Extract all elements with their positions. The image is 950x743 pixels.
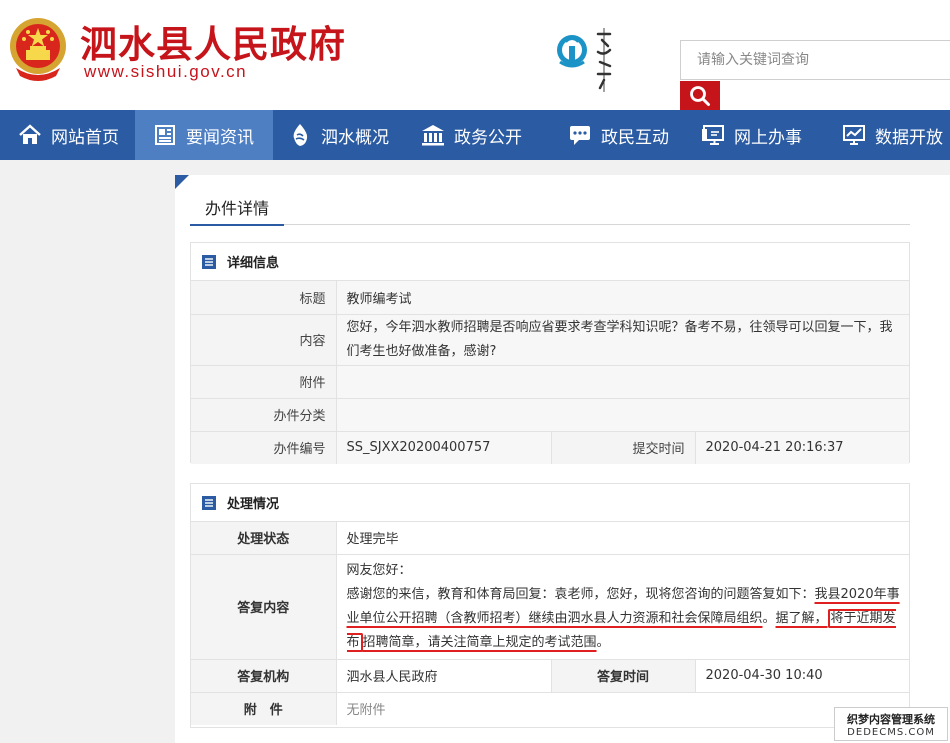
content-value: 您好，今年泗水教师招聘是否响应省要求考查学科知识呢？备考不易，往领导可以回复一下…: [336, 313, 909, 365]
search-box: [680, 40, 950, 80]
reply-greeting: 网友您好：: [346, 562, 412, 578]
nav-item-label: 政务公开: [454, 127, 522, 148]
reply-highlight-2: 据了解，: [775, 610, 828, 626]
reply-part-3: 。: [762, 610, 776, 626]
national-emblem-icon: [10, 18, 66, 81]
category-label: 办件分类: [191, 397, 337, 431]
reply-body: 感谢您的来信，教育和体育局回复：袁老师，您好，现将您咨询的问题答复如下：我县20…: [346, 583, 904, 655]
watermark: 织梦内容管理系统 DEDECMS.COM: [834, 707, 948, 741]
search-icon: [690, 85, 710, 106]
detail-heading: 详细信息: [227, 256, 280, 271]
nav-item-home[interactable]: 网站首页: [0, 110, 135, 160]
monitor-icon: [701, 123, 725, 147]
page-title-bar: 办件详情: [190, 195, 910, 226]
processing-heading: 处理情况: [227, 497, 280, 512]
nav-item-gov-affairs[interactable]: 政务公开: [408, 110, 543, 160]
content-area: 办件详情 详细信息 标题 教师编考试 内容 您好，今年泗水教师招聘是否响应省要求…: [175, 175, 950, 743]
news-icon: [153, 123, 177, 147]
culture-logo-icon: [557, 28, 612, 92]
site-title[interactable]: 泗水县人民政府: [80, 14, 346, 68]
list-icon: [201, 495, 217, 511]
submit-time-label: 提交时间: [551, 430, 696, 464]
nav-item-open-data[interactable]: 数据开放: [818, 110, 950, 160]
table-row: 答复内容 网友您好： 感谢您的来信，教育和体育局回复：袁老师，您好，现将您咨询的…: [191, 553, 909, 659]
nav-item-online-services[interactable]: 网上办事: [681, 110, 818, 160]
building-icon: [421, 123, 445, 147]
nav-item-label: 网上办事: [734, 127, 802, 148]
search-input[interactable]: [681, 41, 950, 79]
water-drop-icon: [288, 123, 312, 147]
org-label: 答复机构: [191, 658, 337, 692]
table-row: 附件: [191, 364, 909, 398]
reply-label: 答复内容: [191, 553, 337, 659]
status-label: 处理状态: [191, 522, 337, 554]
reply-time-value: 2020-04-30 10:40: [695, 658, 909, 692]
case-number-label: 办件编号: [191, 430, 337, 464]
watermark-line-2: DEDECMS.COM: [847, 726, 935, 738]
table-row: 办件编号 SS_SJXX20200400757 提交时间 2020-04-21 …: [191, 430, 909, 464]
watermark-line-1: 织梦内容管理系统: [847, 712, 935, 726]
nav-item-label: 数据开放: [875, 127, 943, 148]
site-header: 泗水县人民政府 www.sishui.gov.cn: [0, 0, 950, 110]
reply-time-label: 答复时间: [551, 658, 696, 692]
table-row: 答复机构 泗水县人民政府 答复时间 2020-04-30 10:40: [191, 658, 909, 692]
chat-icon: [568, 123, 592, 147]
site-url[interactable]: www.sishui.gov.cn: [84, 62, 247, 82]
reply-highlight-3: 招聘简章，请关注简章上规定的考试范围: [362, 634, 597, 650]
content-label: 内容: [191, 313, 337, 365]
processing-attachment-label: 附 件: [191, 691, 337, 725]
nav-item-label: 政民互动: [601, 127, 669, 148]
detail-table: 标题 教师编考试 内容 您好，今年泗水教师招聘是否响应省要求考查学科知识呢？备考…: [191, 281, 909, 464]
category-value: [336, 397, 909, 431]
corner-decoration: [175, 175, 189, 189]
processing-panel: 处理情况 处理状态 处理完毕 答复内容 网友您好： 感谢您的来信，教育和体育局回…: [190, 483, 910, 728]
detail-panel-header: 详细信息: [191, 243, 909, 281]
processing-panel-header: 处理情况: [191, 484, 909, 522]
nav-item-label: 要闻资讯: [186, 127, 254, 148]
nav-item-label: 网站首页: [51, 127, 119, 148]
list-icon: [201, 254, 217, 270]
chart-icon: [842, 123, 866, 147]
title-value: 教师编考试: [336, 281, 909, 314]
detail-panel: 详细信息 标题 教师编考试 内容 您好，今年泗水教师招聘是否响应省要求考查学科知…: [190, 242, 910, 464]
home-icon: [18, 123, 42, 147]
nav-item-label: 泗水概况: [321, 127, 389, 148]
case-number-value: SS_SJXX20200400757: [336, 430, 552, 464]
table-row: 处理状态 处理完毕: [191, 522, 909, 554]
main-nav: 网站首页 要闻资讯 泗水概况 政务公开 政民互动 网上办事 数据开放: [0, 110, 950, 160]
reply-part-7: 。: [596, 634, 610, 650]
title-label: 标题: [191, 281, 337, 314]
attachment-label: 附件: [191, 364, 337, 398]
nav-item-overview[interactable]: 泗水概况: [273, 110, 408, 160]
reply-part-1: 感谢您的来信，教育和体育局回复：袁老师，您好，现将您咨询的问题答复如下：: [346, 586, 815, 602]
table-row: 内容 您好，今年泗水教师招聘是否响应省要求考查学科知识呢？备考不易，往领导可以回…: [191, 313, 909, 365]
status-value: 处理完毕: [336, 522, 909, 554]
processing-attachment-value: 无附件: [336, 691, 909, 725]
nav-item-interaction[interactable]: 政民互动: [543, 110, 681, 160]
table-row: 办件分类: [191, 397, 909, 431]
org-value: 泗水县人民政府: [336, 658, 552, 692]
nav-item-news[interactable]: 要闻资讯: [135, 110, 273, 160]
submit-time-value: 2020-04-21 20:16:37: [695, 430, 909, 464]
page-title: 办件详情: [190, 195, 285, 226]
attachment-value: [336, 364, 909, 398]
table-row: 附 件 无附件: [191, 691, 909, 725]
search-button[interactable]: [680, 81, 720, 110]
processing-table: 处理状态 处理完毕 答复内容 网友您好： 感谢您的来信，教育和体育局回复：袁老师…: [191, 522, 909, 725]
table-row: 标题 教师编考试: [191, 281, 909, 314]
reply-content: 网友您好： 感谢您的来信，教育和体育局回复：袁老师，您好，现将您咨询的问题答复如…: [336, 553, 909, 659]
